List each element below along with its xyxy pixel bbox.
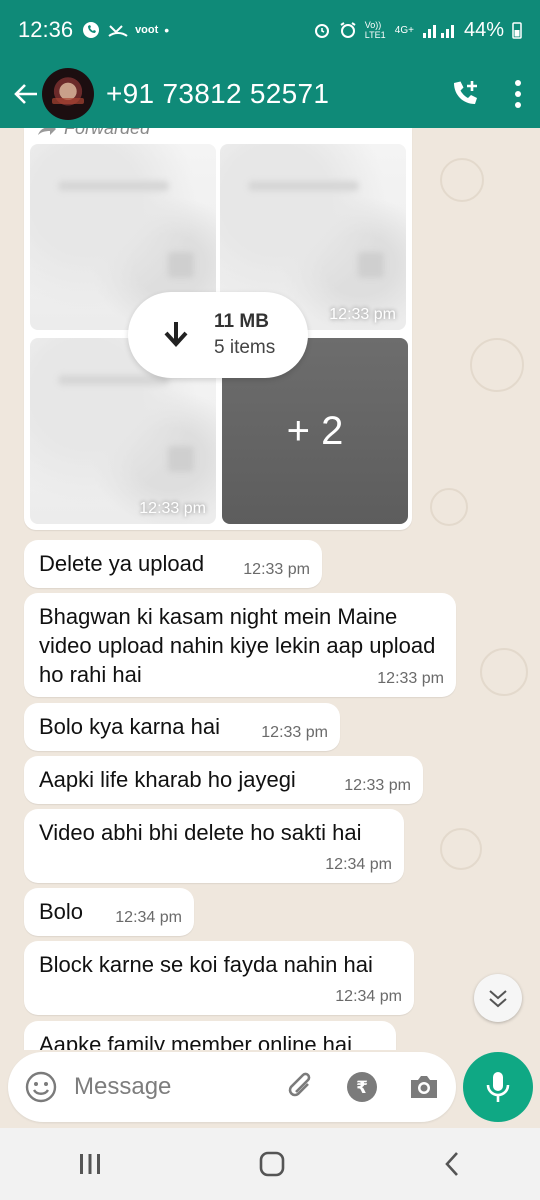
message-text: Block karne se koi fayda nahin hai [39,952,373,977]
message-text: Aapke family member online hai [39,1032,353,1050]
message-time: 12:34 pm [325,856,392,873]
chat-area: Forwarded 12:33 pm 12:33 pm + 2 11 MB 5 … [0,128,540,1050]
download-arrow-icon [148,320,204,350]
message-input[interactable]: Message [74,1073,171,1101]
notification-dot-icon: • [164,22,170,38]
voot-app-icon: voot [135,24,159,36]
svg-text:₹: ₹ [356,1078,368,1098]
alarm-clock-icon [340,22,356,38]
message-text: Aapki life kharab ho jayegi [39,767,296,792]
media-time: 12:33 pm [329,306,396,323]
battery-icon [512,22,522,39]
message-composer: Message ₹ [8,1052,456,1122]
system-nav-bar [0,1128,540,1200]
status-notification-icons: voot • [81,20,169,40]
missed-call-icon [108,25,128,37]
forwarded-text: Forwarded [64,128,151,138]
download-info: 11 MB 5 items [214,311,275,359]
recent-apps-icon[interactable] [77,1152,103,1176]
message-bubble[interactable]: Bolo 12:34 pm [24,888,194,936]
wallpaper-doodle [440,158,484,202]
status-time: 12:36 [18,17,74,42]
network-label: Vo)) LTE1 [364,20,386,40]
add-call-icon[interactable] [448,78,480,110]
message-text: Bhagwan ki kasam night mein Maine video … [39,604,436,687]
message-time: 12:33 pm [261,724,328,741]
back-arrow-icon[interactable] [12,80,40,108]
message-text: Bolo [39,899,84,924]
message-bubble[interactable]: Aapki life kharab ho jayegi 12:33 pm [24,756,423,804]
forwarded-label: Forwarded [36,128,150,139]
message-time: 12:33 pm [243,561,310,578]
download-size: 11 MB [214,311,269,332]
message-time: 12:33 pm [377,670,444,687]
message-text: Delete ya upload [39,551,205,576]
media-album-message[interactable]: Forwarded 12:33 pm 12:33 pm + 2 11 MB 5 … [24,128,412,530]
status-bar: 12:36 voot • Vo)) LTE1 4G+ 44% [0,0,540,60]
message-bubble[interactable]: Aapke family member online hai [24,1021,396,1050]
voice-message-button[interactable] [463,1052,533,1122]
emoji-icon[interactable] [24,1070,58,1104]
scroll-to-bottom-button[interactable] [474,974,522,1022]
message-text: Bolo kya karna hai [39,714,220,739]
network-type: 4G+ [394,24,414,36]
battery-level: 44% [463,18,504,41]
rupee-payment-icon[interactable]: ₹ [346,1071,378,1103]
wallpaper-doodle [430,488,468,526]
media-time: 12:33 pm [139,500,206,517]
wallpaper-doodle [470,338,524,392]
whatsapp-call-icon [83,22,100,38]
message-bubble[interactable]: Delete ya upload 12:33 pm [24,540,322,588]
message-bubble[interactable]: Bolo kya karna hai 12:33 pm [24,703,340,751]
wallpaper-doodle [440,828,482,870]
download-button[interactable]: 11 MB 5 items [128,292,308,378]
double-chevron-down-icon [489,990,507,1008]
contact-avatar[interactable] [42,68,94,120]
more-options-icon[interactable] [514,79,522,109]
signal-icon [422,25,454,38]
message-text: Video abhi bhi delete ho sakti hai [39,820,362,845]
message-bubble[interactable]: Bhagwan ki kasam night mein Maine video … [24,593,456,697]
back-nav-icon[interactable] [441,1150,463,1178]
microphone-icon [486,1072,510,1102]
forward-icon [38,128,56,135]
message-bubble[interactable]: Block karne se koi fayda nahin hai 12:34… [24,941,414,1015]
contact-name[interactable]: +91 73812 52571 [106,78,329,110]
message-time: 12:34 pm [335,988,402,1005]
download-item-count: 5 items [214,337,276,358]
attach-icon[interactable] [286,1070,316,1104]
message-bubble[interactable]: Video abhi bhi delete ho sakti hai 12:34… [24,809,404,883]
chat-header: +91 73812 52571 [0,60,540,128]
message-time: 12:33 pm [344,777,411,794]
wallpaper-doodle [480,648,528,696]
message-time: 12:34 pm [115,909,182,926]
home-icon[interactable] [258,1150,286,1178]
alarm-icon [314,24,329,38]
camera-icon[interactable] [408,1073,440,1101]
